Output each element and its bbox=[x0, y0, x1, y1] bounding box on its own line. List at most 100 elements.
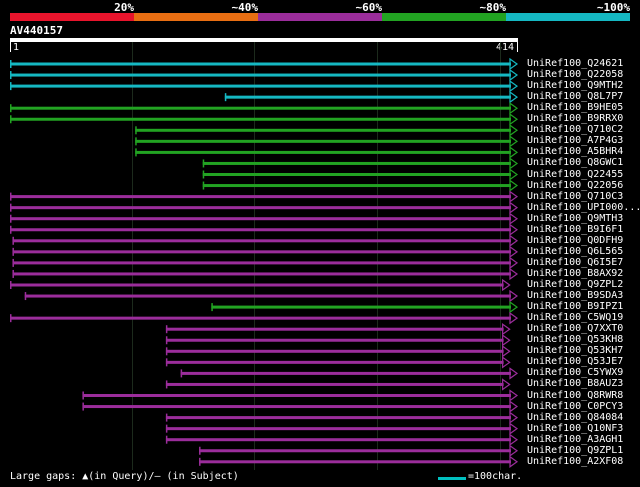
hit-arrow-icon bbox=[509, 234, 519, 247]
hit-bar[interactable] bbox=[211, 305, 511, 309]
hit-label[interactable]: UniRef100_C5YWX9 bbox=[527, 367, 623, 378]
hit-label[interactable]: UniRef100_A5BHR4 bbox=[527, 146, 623, 157]
hit-bar[interactable] bbox=[82, 405, 511, 409]
hit-label[interactable]: UniRef100_Q53KH8 bbox=[527, 334, 623, 345]
hit-bar[interactable] bbox=[165, 382, 504, 386]
hit-label[interactable]: UniRef100_Q8RWR8 bbox=[527, 390, 623, 401]
hit-label[interactable]: UniRef100_Q9ZPL1 bbox=[527, 445, 623, 456]
hit-label[interactable]: UniRef100_Q8GWC1 bbox=[527, 157, 623, 168]
hit-label[interactable]: UniRef100_B9IPZ1 bbox=[527, 301, 623, 312]
hit-label[interactable]: UniRef100_C0PCY3 bbox=[527, 401, 623, 412]
hit-bar[interactable] bbox=[12, 272, 512, 276]
hit-bar[interactable] bbox=[165, 427, 511, 431]
hit-label[interactable]: UniRef100_Q6I5E7 bbox=[527, 257, 623, 268]
hit-bar[interactable] bbox=[12, 261, 512, 265]
hit-label[interactable]: UniRef100_Q84084 bbox=[527, 412, 623, 423]
scale-bar bbox=[438, 477, 466, 480]
hit-label[interactable]: UniRef100_Q9MTH2 bbox=[527, 80, 623, 91]
hit-start-tick bbox=[165, 325, 168, 334]
hit-label[interactable]: UniRef100_Q10NF3 bbox=[527, 423, 623, 434]
hit-start-tick bbox=[165, 347, 168, 356]
hit-bar[interactable] bbox=[10, 73, 511, 77]
hit-bar[interactable] bbox=[10, 106, 511, 110]
hit-bar[interactable] bbox=[10, 228, 511, 232]
hit-label[interactable]: UniRef100_A3AGH1 bbox=[527, 434, 623, 445]
hit-bar[interactable] bbox=[165, 438, 511, 442]
hit-arrow-icon bbox=[509, 102, 519, 115]
hit-label[interactable]: UniRef100_C5WQ19 bbox=[527, 312, 623, 323]
hit-bar[interactable] bbox=[199, 449, 511, 453]
hit-bar[interactable] bbox=[199, 460, 511, 464]
hit-start-tick bbox=[82, 402, 84, 411]
hit-label[interactable]: UniRef100_Q9ZPL2 bbox=[527, 279, 623, 290]
hit-bar[interactable] bbox=[24, 294, 512, 298]
hit-bar[interactable] bbox=[202, 184, 512, 188]
hit-bar[interactable] bbox=[135, 128, 511, 132]
hit-label[interactable]: UniRef100_Q9MTH3 bbox=[527, 213, 623, 224]
hit-bar[interactable] bbox=[10, 283, 504, 287]
hit-bar[interactable] bbox=[165, 416, 511, 420]
hit-bar[interactable] bbox=[135, 139, 511, 143]
hit-start-tick bbox=[10, 71, 12, 80]
hit-label[interactable]: UniRef100_B9I6F1 bbox=[527, 224, 623, 235]
hit-start-tick bbox=[199, 457, 201, 466]
hit-start-tick bbox=[202, 181, 205, 190]
hit-bar[interactable] bbox=[82, 394, 511, 397]
hit-label[interactable]: UniRef100_Q53JE7 bbox=[527, 356, 623, 367]
hit-arrow-icon bbox=[502, 345, 511, 358]
scale-text: =100char. bbox=[468, 471, 523, 482]
hit-arrow-icon bbox=[509, 367, 519, 380]
hit-label[interactable]: UniRef100_B9RRX0 bbox=[527, 113, 623, 124]
hit-label[interactable]: UniRef100_Q710C2 bbox=[527, 124, 623, 135]
hit-label[interactable]: UniRef100_Q24621 bbox=[527, 58, 623, 69]
hit-start-tick bbox=[10, 60, 12, 68]
hit-bar[interactable] bbox=[12, 250, 512, 254]
hit-label[interactable]: UniRef100_UPI000... bbox=[527, 202, 640, 213]
hit-bar[interactable] bbox=[165, 338, 504, 342]
hit-arrow-icon bbox=[509, 212, 519, 225]
hit-label[interactable]: UniRef100_A7P4G3 bbox=[527, 135, 623, 146]
hit-label[interactable]: UniRef100_Q22056 bbox=[527, 180, 623, 191]
hit-arrow-icon bbox=[509, 179, 519, 192]
hit-label[interactable]: UniRef100_B9HE05 bbox=[527, 102, 623, 113]
hit-start-tick bbox=[180, 369, 183, 378]
hit-arrow-icon bbox=[509, 422, 519, 435]
hit-label[interactable]: UniRef100_Q6L565 bbox=[527, 246, 623, 257]
hit-bar[interactable] bbox=[10, 206, 511, 210]
hit-label[interactable]: UniRef100_Q710C3 bbox=[527, 191, 623, 202]
hit-bar[interactable] bbox=[10, 117, 511, 121]
hit-bar[interactable] bbox=[165, 349, 504, 353]
hit-bar[interactable] bbox=[165, 360, 504, 364]
hit-label[interactable]: UniRef100_B8AX92 bbox=[527, 268, 623, 279]
hit-bar[interactable] bbox=[135, 150, 511, 154]
hit-label[interactable]: UniRef100_Q22058 bbox=[527, 69, 623, 80]
hit-bar[interactable] bbox=[12, 239, 512, 243]
hit-start-tick bbox=[10, 82, 12, 91]
hit-bar[interactable] bbox=[180, 371, 511, 375]
hit-bar[interactable] bbox=[165, 327, 504, 331]
hit-arrow-icon bbox=[509, 201, 519, 214]
hit-start-tick bbox=[211, 303, 213, 312]
hit-start-tick bbox=[202, 159, 205, 168]
hit-arrow-icon bbox=[509, 433, 519, 446]
hit-arrow-icon bbox=[509, 79, 519, 93]
hit-label[interactable]: UniRef100_Q53KH7 bbox=[527, 345, 623, 356]
hit-bar[interactable] bbox=[202, 173, 512, 176]
hit-label[interactable]: UniRef100_Q22455 bbox=[527, 169, 623, 180]
hit-bar[interactable] bbox=[10, 62, 511, 66]
hit-bar[interactable] bbox=[10, 195, 511, 199]
hit-bar[interactable] bbox=[202, 161, 512, 165]
hit-label[interactable]: UniRef100_Q0DFH9 bbox=[527, 235, 623, 246]
hit-bar[interactable] bbox=[10, 316, 511, 320]
hit-label[interactable]: UniRef100_Q7XXT0 bbox=[527, 323, 623, 334]
hit-label[interactable]: UniRef100_B8AUZ3 bbox=[527, 378, 623, 389]
hit-label[interactable]: UniRef100_Q8L7P7 bbox=[527, 91, 623, 102]
hit-label[interactable]: UniRef100_B9SDA3 bbox=[527, 290, 623, 301]
hit-start-tick bbox=[10, 225, 12, 234]
hit-bar[interactable] bbox=[224, 95, 511, 99]
hit-start-tick bbox=[12, 258, 14, 267]
hit-label[interactable]: UniRef100_A2XF08 bbox=[527, 456, 623, 467]
hit-arrow-icon bbox=[509, 57, 519, 71]
hit-bar[interactable] bbox=[10, 84, 511, 88]
hit-bar[interactable] bbox=[10, 217, 511, 221]
